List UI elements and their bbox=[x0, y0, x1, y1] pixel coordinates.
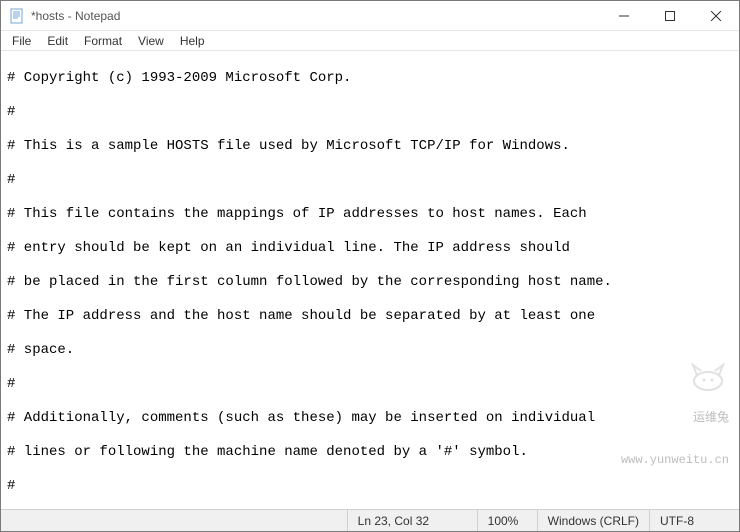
line: # Additionally, comments (such as these)… bbox=[7, 410, 733, 427]
notepad-icon bbox=[9, 8, 25, 24]
text-editor[interactable]: # Copyright (c) 1993-2009 Microsoft Corp… bbox=[1, 51, 739, 509]
line: # This is a sample HOSTS file used by Mi… bbox=[7, 138, 733, 155]
line: # bbox=[7, 172, 733, 189]
maximize-button[interactable] bbox=[647, 1, 693, 30]
line: # lines or following the machine name de… bbox=[7, 444, 733, 461]
menubar: File Edit Format View Help bbox=[1, 31, 739, 51]
menu-help[interactable]: Help bbox=[173, 33, 212, 49]
line: # This file contains the mappings of IP … bbox=[7, 206, 733, 223]
line: # entry should be kept on an individual … bbox=[7, 240, 733, 257]
minimize-button[interactable] bbox=[601, 1, 647, 30]
window-controls bbox=[601, 1, 739, 30]
status-eol: Windows (CRLF) bbox=[537, 510, 649, 531]
line: # bbox=[7, 478, 733, 495]
statusbar: Ln 23, Col 32 100% Windows (CRLF) UTF-8 bbox=[1, 509, 739, 531]
status-spacer bbox=[1, 510, 347, 531]
menu-file[interactable]: File bbox=[5, 33, 38, 49]
menu-format[interactable]: Format bbox=[77, 33, 129, 49]
close-button[interactable] bbox=[693, 1, 739, 30]
window-title: *hosts - Notepad bbox=[31, 9, 601, 23]
status-zoom: 100% bbox=[477, 510, 537, 531]
status-encoding: UTF-8 bbox=[649, 510, 739, 531]
menu-edit[interactable]: Edit bbox=[40, 33, 75, 49]
titlebar: *hosts - Notepad bbox=[1, 1, 739, 31]
line: # bbox=[7, 104, 733, 121]
line: # be placed in the first column followed… bbox=[7, 274, 733, 291]
line: # Copyright (c) 1993-2009 Microsoft Corp… bbox=[7, 70, 733, 87]
line: # The IP address and the host name shoul… bbox=[7, 308, 733, 325]
status-position: Ln 23, Col 32 bbox=[347, 510, 477, 531]
line: # bbox=[7, 376, 733, 393]
menu-view[interactable]: View bbox=[131, 33, 171, 49]
line: # space. bbox=[7, 342, 733, 359]
